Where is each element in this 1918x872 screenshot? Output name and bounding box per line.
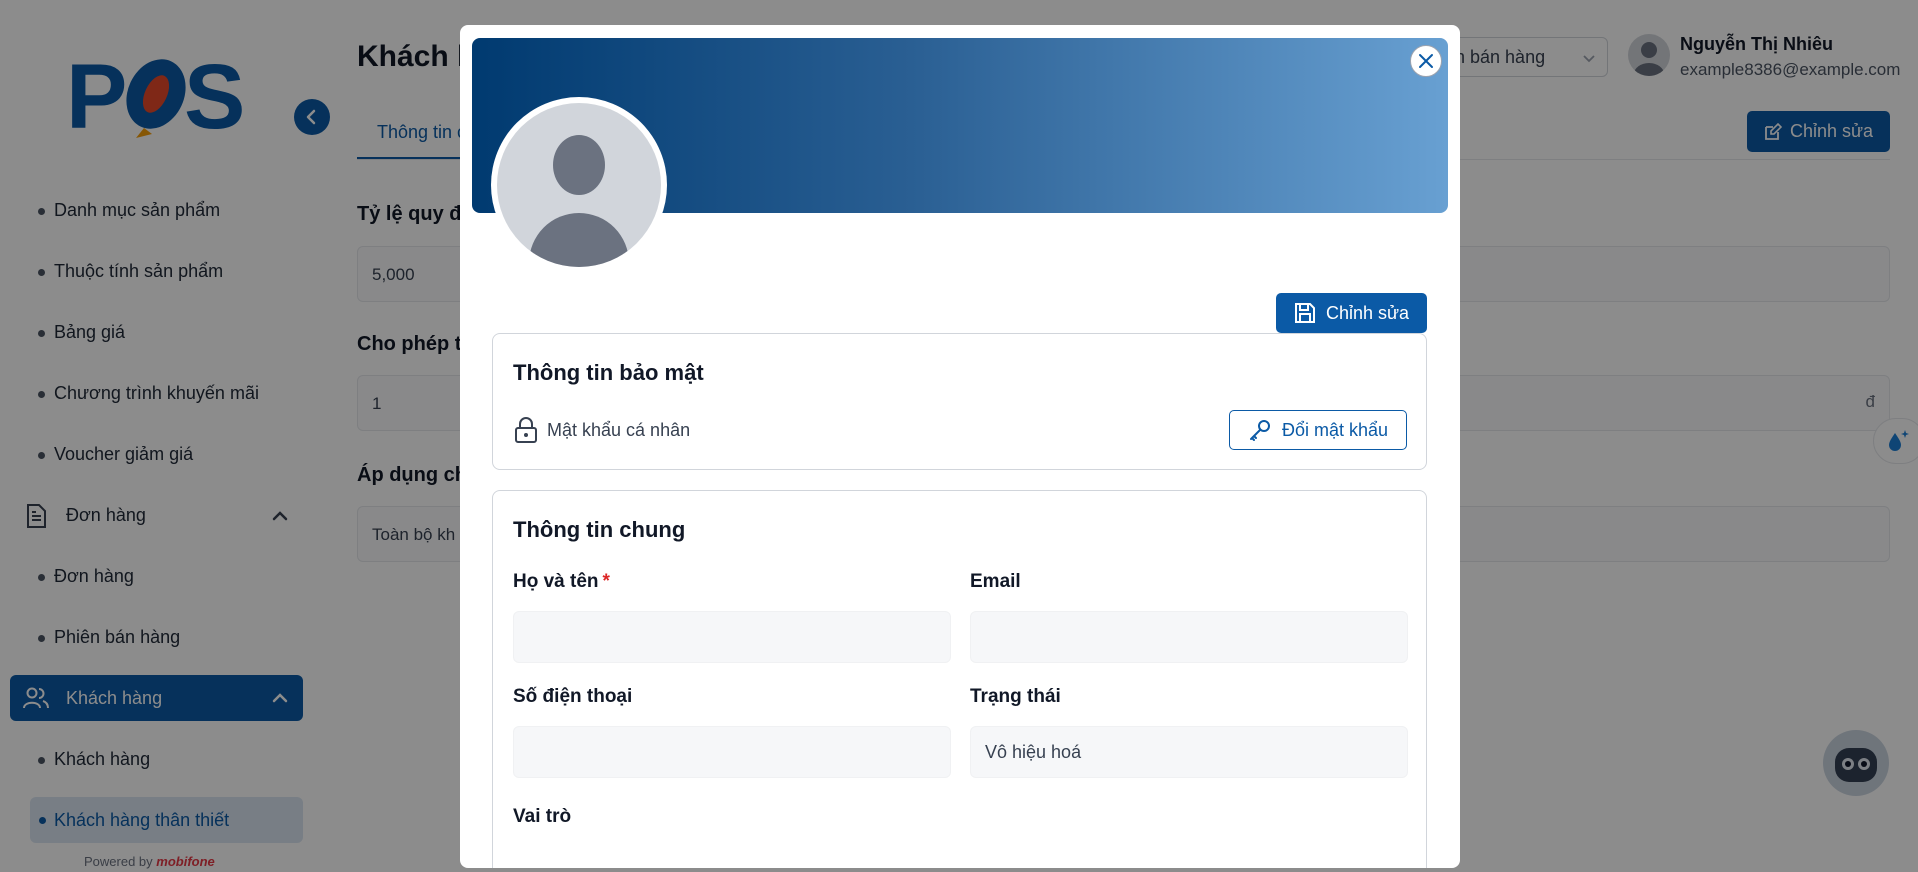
- role-label: Vai trò: [513, 806, 572, 827]
- email-input[interactable]: [970, 611, 1408, 663]
- key-icon: [1249, 420, 1270, 441]
- profile-modal: Chỉnh sửa Thông tin bảo mật Mật khẩu cá …: [460, 25, 1460, 868]
- status-label: Trạng thái: [970, 686, 1061, 707]
- general-info-card: Thông tin chung Họ và tên * Email Số điện…: [492, 490, 1427, 868]
- general-info-title: Thông tin chung: [513, 517, 686, 542]
- security-title: Thông tin bảo mật: [513, 360, 704, 385]
- save-edit-button[interactable]: Chỉnh sửa: [1276, 293, 1427, 333]
- security-card: Thông tin bảo mật Mật khẩu cá nhân Đổi m…: [492, 333, 1427, 470]
- lock-icon: [515, 417, 537, 443]
- full-name-input[interactable]: [513, 611, 951, 663]
- profile-avatar[interactable]: [491, 97, 667, 273]
- user-placeholder-icon: [529, 135, 629, 267]
- required-mark: *: [602, 571, 610, 592]
- status-field[interactable]: Vô hiệu hoá: [970, 726, 1408, 778]
- phone-input[interactable]: [513, 726, 951, 778]
- change-password-button[interactable]: Đổi mật khẩu: [1229, 410, 1407, 450]
- phone-label: Số điện thoại: [513, 686, 633, 707]
- save-icon: [1294, 303, 1315, 323]
- full-name-label: Họ và tên *: [513, 571, 610, 592]
- close-icon: [1419, 54, 1433, 68]
- email-label: Email: [970, 571, 1021, 592]
- close-button[interactable]: [1410, 45, 1442, 77]
- password-row: Mật khẩu cá nhân: [513, 416, 690, 444]
